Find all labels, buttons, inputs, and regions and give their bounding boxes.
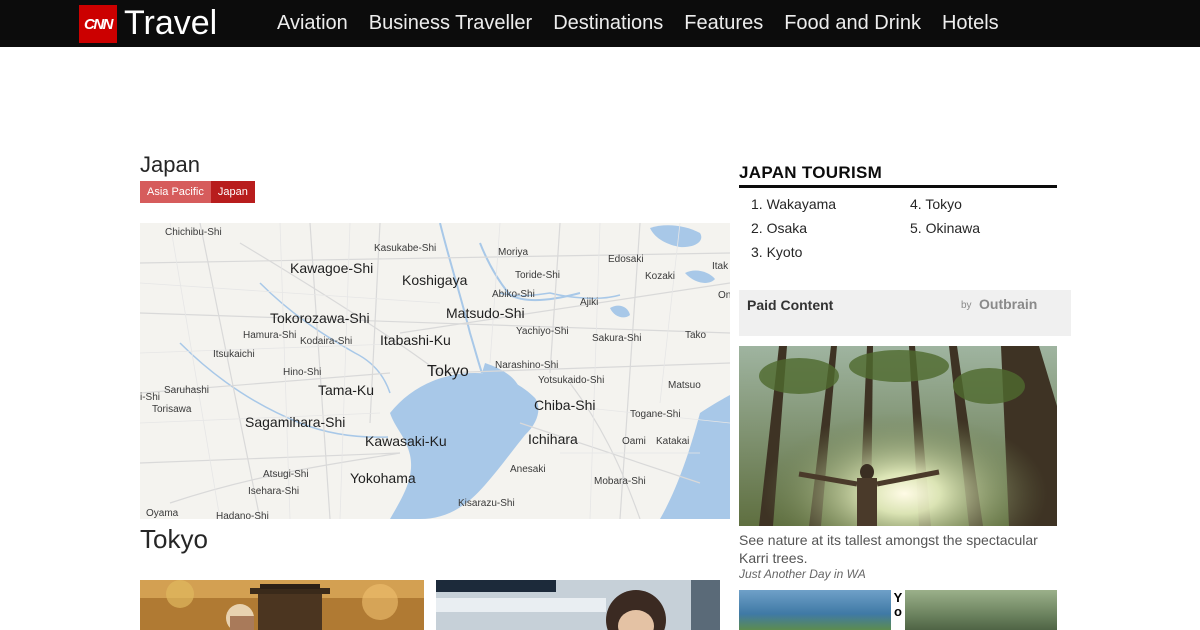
map-label-yokohama: Yokohama bbox=[350, 470, 416, 486]
map-label-kawasaki: Kawasaki-Ku bbox=[365, 433, 447, 449]
top-navigation-bar: CNN Travel Aviation Business Traveller D… bbox=[0, 0, 1200, 47]
map-label-matsudo: Matsudo-Shi bbox=[446, 305, 525, 321]
map-label-anesaki: Anesaki bbox=[510, 464, 546, 475]
vertical-text: Yo bbox=[893, 590, 903, 619]
page-title: Japan bbox=[140, 152, 200, 177]
map-label-toride: Toride-Shi bbox=[515, 270, 561, 281]
outbrain-logo[interactable]: Outbrain bbox=[979, 296, 1037, 312]
map-label-kodaira: Kodaira-Shi bbox=[300, 336, 353, 347]
breadcrumb: Asia Pacific Japan bbox=[140, 181, 255, 203]
map-label-tokorozawa: Tokorozawa-Shi bbox=[270, 310, 370, 326]
forest-image bbox=[739, 346, 1057, 526]
paid-content-header: Paid Content by Outbrain bbox=[739, 290, 1071, 336]
sponsored-source: Just Another Day in WA bbox=[739, 567, 866, 581]
nav-aviation[interactable]: Aviation bbox=[277, 0, 348, 47]
sponsored-caption[interactable]: See nature at its tallest amongst the sp… bbox=[739, 531, 1069, 567]
map-label-chiba: Chiba-Shi bbox=[534, 397, 596, 413]
nav-features[interactable]: Features bbox=[684, 0, 763, 47]
aerial-town-image bbox=[739, 590, 891, 630]
map-label-torisawa: Torisawa bbox=[152, 404, 192, 415]
map-label-togane: Togane-Shi bbox=[630, 409, 681, 420]
map-label-oami: Oami bbox=[622, 436, 646, 447]
main-nav: Aviation Business Traveller Destinations… bbox=[277, 0, 1020, 47]
japan-tourism-title: JAPAN TOURISM bbox=[739, 163, 883, 182]
map-label-hamura: Hamura-Shi bbox=[243, 330, 297, 341]
forest-cave-image bbox=[905, 590, 1057, 630]
map-label-abiko: Abiko-Shi bbox=[492, 289, 535, 300]
map-label-isehara: Isehara-Shi bbox=[248, 486, 300, 497]
nav-destinations[interactable]: Destinations bbox=[553, 0, 663, 47]
map-label-mobara: Mobara-Shi bbox=[594, 476, 646, 487]
map-label-on: On bbox=[718, 290, 730, 301]
breadcrumb-japan[interactable]: Japan bbox=[210, 181, 255, 203]
map-label-matsuo: Matsuo bbox=[668, 380, 701, 391]
map-label-itabashi: Itabashi-Ku bbox=[380, 332, 451, 348]
breadcrumb-asia-pacific[interactable]: Asia Pacific bbox=[140, 181, 211, 203]
nav-food-and-drink[interactable]: Food and Drink bbox=[784, 0, 921, 47]
nav-business-traveller[interactable]: Business Traveller bbox=[369, 0, 532, 47]
vertical-text-badge: Yo bbox=[891, 590, 905, 630]
map-label-hino: Hino-Shi bbox=[283, 367, 322, 378]
map-label-atsugi: Atsugi-Shi bbox=[263, 469, 309, 480]
map-label-itsukaichi: Itsukaichi bbox=[213, 349, 255, 360]
map-label-moriya: Moriya bbox=[498, 247, 529, 258]
map-label-sakura: Sakura-Shi bbox=[592, 333, 642, 344]
map-label-tako: Tako bbox=[685, 330, 707, 341]
tourism-item-tokyo[interactable]: 4. Tokyo bbox=[910, 196, 962, 212]
map-label-koshigaya: Koshigaya bbox=[402, 272, 468, 288]
nav-hotels[interactable]: Hotels bbox=[942, 0, 999, 47]
tourism-item-wakayama[interactable]: 1. Wakayama bbox=[751, 196, 836, 212]
section-divider bbox=[739, 185, 1057, 188]
paid-by-label: by bbox=[961, 300, 972, 311]
tokyo-thumbnail-temple[interactable] bbox=[140, 580, 424, 630]
person-image bbox=[436, 580, 720, 630]
map-label-tokyo: Tokyo bbox=[427, 363, 469, 380]
map-label-saruhashi: Saruhashi bbox=[164, 385, 210, 396]
cnn-logo[interactable]: CNN bbox=[79, 5, 117, 43]
tokyo-thumbnail-person[interactable] bbox=[436, 580, 720, 630]
map-label-katakai: Katakai bbox=[656, 436, 690, 447]
map-label-narashino: Narashino-Shi bbox=[495, 360, 559, 371]
map-label-hadano: Hadano-Shi bbox=[216, 511, 269, 519]
map-label-i-shi: i-Shi bbox=[140, 392, 161, 403]
map-label-ajiki: Ajiki bbox=[580, 297, 599, 308]
tourism-item-kyoto[interactable]: 3. Kyoto bbox=[751, 244, 802, 260]
sponsored-image-second[interactable]: Yo bbox=[739, 590, 1057, 630]
map-label-yachiyo: Yachiyo-Shi bbox=[516, 326, 569, 337]
map-label-kisarazu: Kisarazu-Shi bbox=[458, 498, 515, 509]
sponsored-image-karri-trees[interactable] bbox=[739, 346, 1057, 526]
city-heading: Tokyo bbox=[140, 524, 208, 554]
paid-content-label: Paid Content bbox=[747, 297, 834, 313]
tourism-item-okinawa[interactable]: 5. Okinawa bbox=[910, 220, 980, 236]
map-label-sagamihara: Sagamihara-Shi bbox=[245, 414, 346, 430]
region-map[interactable]: Chichibu-Shi Kasukabe-Shi Moriya Edosaki… bbox=[140, 223, 730, 519]
tourism-item-osaka[interactable]: 2. Osaka bbox=[751, 220, 807, 236]
map-label-kasukabe: Kasukabe-Shi bbox=[374, 243, 437, 254]
map-label-oyama: Oyama bbox=[146, 508, 179, 519]
section-title[interactable]: Travel bbox=[124, 3, 217, 43]
map-label-ichihara: Ichihara bbox=[528, 431, 578, 447]
map-label-chichibu: Chichibu-Shi bbox=[165, 227, 222, 238]
map-label-kozaki: Kozaki bbox=[645, 271, 676, 282]
map-label-edosaki: Edosaki bbox=[608, 254, 644, 265]
map-label-kawagoe: Kawagoe-Shi bbox=[290, 260, 374, 276]
map-label-yotsukaido: Yotsukaido-Shi bbox=[538, 375, 605, 386]
temple-image bbox=[140, 580, 424, 630]
map-label-tama-ku: Tama-Ku bbox=[318, 382, 375, 398]
map-label-itak: Itak bbox=[712, 261, 729, 272]
